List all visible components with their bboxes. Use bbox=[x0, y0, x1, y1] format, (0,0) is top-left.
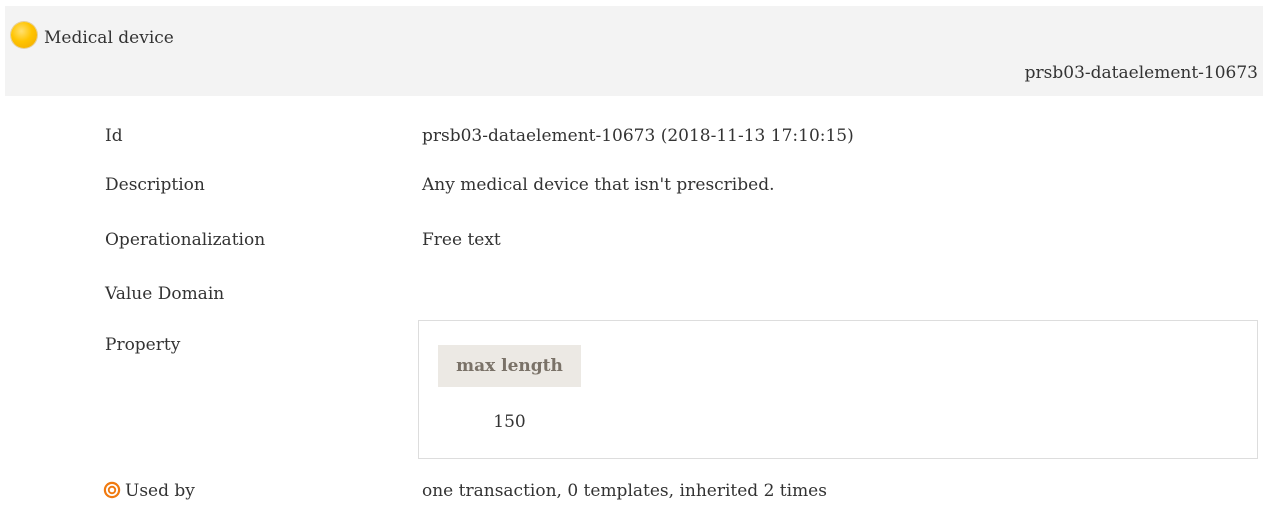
target-icon[interactable] bbox=[103, 481, 121, 499]
id-label: Id bbox=[105, 126, 123, 146]
property-table: max length 150 bbox=[418, 320, 1258, 459]
property-label: Property bbox=[105, 335, 181, 355]
concept-id: prsb03-dataelement-10673 bbox=[1024, 63, 1258, 83]
description-value: Any medical device that isn't prescribed… bbox=[422, 175, 775, 195]
status-circle-icon bbox=[11, 22, 37, 48]
max-length-value: 150 bbox=[493, 412, 526, 432]
max-length-header: max length bbox=[438, 345, 581, 387]
concept-title: Medical device bbox=[44, 28, 174, 48]
description-label: Description bbox=[105, 175, 205, 195]
used-by-value: one transaction, 0 templates, inherited … bbox=[422, 481, 827, 501]
operationalization-value: Free text bbox=[422, 230, 501, 250]
concept-header: Medical device prsb03-dataelement-10673 bbox=[5, 6, 1263, 96]
operationalization-label: Operationalization bbox=[105, 230, 266, 250]
used-by-label[interactable]: Used by bbox=[125, 480, 195, 502]
id-value: prsb03-dataelement-10673 (2018-11-13 17:… bbox=[422, 126, 854, 146]
value-domain-label: Value Domain bbox=[105, 284, 225, 304]
